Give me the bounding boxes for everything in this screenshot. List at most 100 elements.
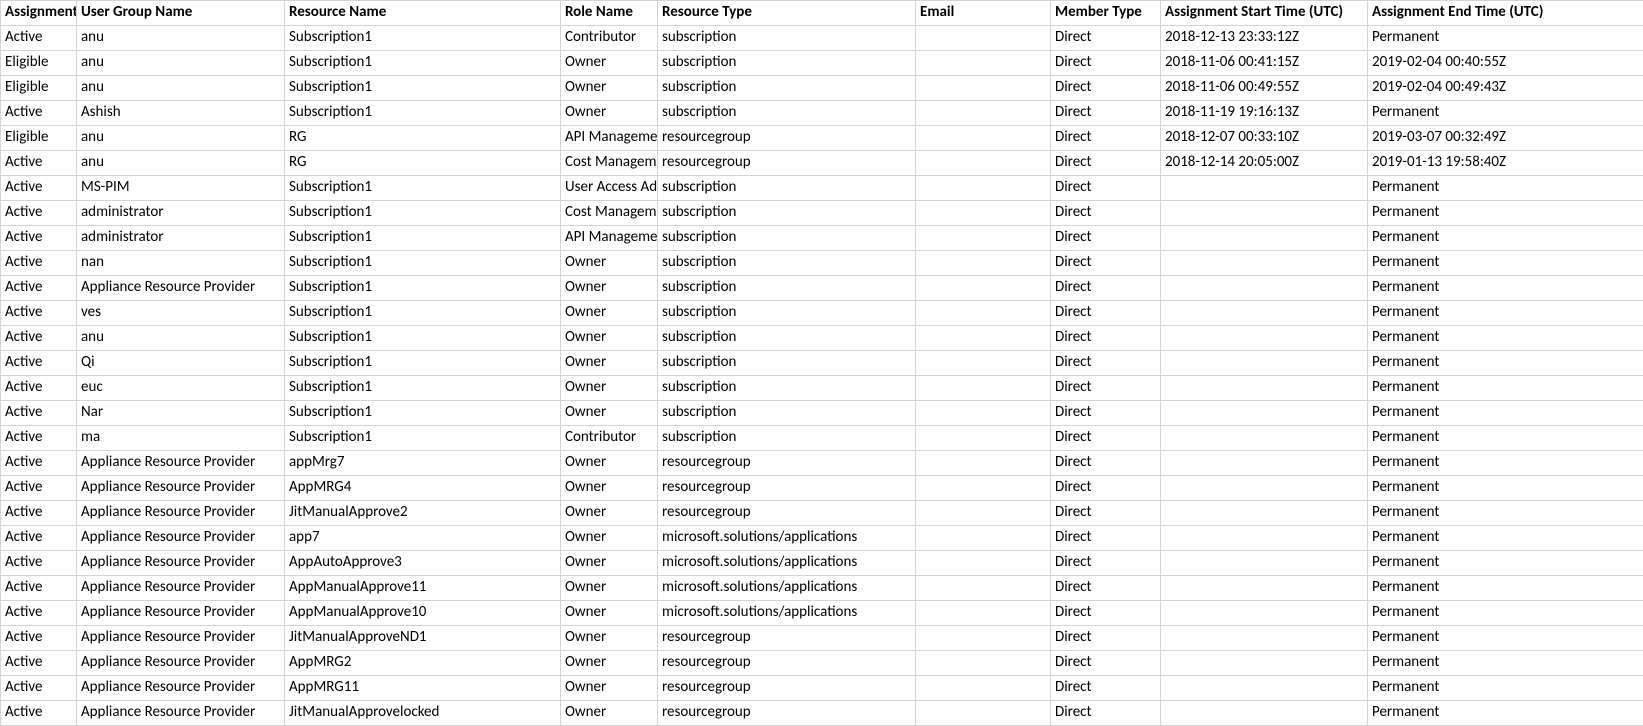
cell-assignment-state[interactable]: Active: [1, 526, 77, 551]
cell-start-time[interactable]: [1161, 376, 1368, 401]
cell-start-time[interactable]: [1161, 276, 1368, 301]
cell-user-group-name[interactable]: Appliance Resource Provider: [77, 701, 285, 726]
cell-assignment-state[interactable]: Active: [1, 301, 77, 326]
col-start-time[interactable]: Assignment Start Time (UTC): [1161, 1, 1368, 26]
table-row[interactable]: ActiveAppliance Resource ProviderJitManu…: [1, 501, 1643, 526]
cell-member-type[interactable]: Direct: [1051, 576, 1161, 601]
cell-start-time[interactable]: 2018-12-14 20:05:00Z: [1161, 151, 1368, 176]
cell-assignment-state[interactable]: Active: [1, 676, 77, 701]
cell-end-time[interactable]: Permanent: [1368, 401, 1643, 426]
cell-user-group-name[interactable]: anu: [77, 326, 285, 351]
cell-role-name[interactable]: Owner: [561, 551, 658, 576]
cell-member-type[interactable]: Direct: [1051, 51, 1161, 76]
cell-user-group-name[interactable]: Qi: [77, 351, 285, 376]
col-role-name[interactable]: Role Name: [561, 1, 658, 26]
cell-user-group-name[interactable]: ma: [77, 426, 285, 451]
cell-end-time[interactable]: Permanent: [1368, 576, 1643, 601]
cell-end-time[interactable]: Permanent: [1368, 26, 1643, 51]
cell-member-type[interactable]: Direct: [1051, 601, 1161, 626]
cell-resource-name[interactable]: AppMRG4: [285, 476, 561, 501]
cell-resource-name[interactable]: AppMRG11: [285, 676, 561, 701]
cell-resource-name[interactable]: Subscription1: [285, 251, 561, 276]
cell-start-time[interactable]: [1161, 476, 1368, 501]
cell-role-name[interactable]: Owner: [561, 451, 658, 476]
cell-start-time[interactable]: [1161, 576, 1368, 601]
cell-email[interactable]: [916, 476, 1051, 501]
cell-role-name[interactable]: Owner: [561, 101, 658, 126]
cell-member-type[interactable]: Direct: [1051, 101, 1161, 126]
table-row[interactable]: ActiveadministratorSubscription1Cost Man…: [1, 201, 1643, 226]
cell-resource-type[interactable]: resourcegroup: [658, 501, 916, 526]
cell-end-time[interactable]: Permanent: [1368, 301, 1643, 326]
cell-role-name[interactable]: Owner: [561, 676, 658, 701]
cell-user-group-name[interactable]: Appliance Resource Provider: [77, 551, 285, 576]
cell-member-type[interactable]: Direct: [1051, 251, 1161, 276]
cell-end-time[interactable]: Permanent: [1368, 526, 1643, 551]
table-row[interactable]: ActiveNarSubscription1OwnersubscriptionD…: [1, 401, 1643, 426]
cell-assignment-state[interactable]: Active: [1, 601, 77, 626]
cell-resource-type[interactable]: microsoft.solutions/applications: [658, 576, 916, 601]
cell-member-type[interactable]: Direct: [1051, 626, 1161, 651]
cell-resource-name[interactable]: AppManualApprove11: [285, 576, 561, 601]
cell-member-type[interactable]: Direct: [1051, 151, 1161, 176]
cell-resource-name[interactable]: Subscription1: [285, 401, 561, 426]
cell-resource-name[interactable]: app7: [285, 526, 561, 551]
cell-resource-name[interactable]: Subscription1: [285, 76, 561, 101]
table-row[interactable]: ActiveAppliance Resource ProviderAppAuto…: [1, 551, 1643, 576]
cell-assignment-state[interactable]: Active: [1, 101, 77, 126]
table-row[interactable]: ActiveanuSubscription1Contributorsubscri…: [1, 26, 1643, 51]
cell-assignment-state[interactable]: Active: [1, 701, 77, 726]
cell-role-name[interactable]: Contributor: [561, 426, 658, 451]
cell-member-type[interactable]: Direct: [1051, 326, 1161, 351]
cell-member-type[interactable]: Direct: [1051, 651, 1161, 676]
cell-end-time[interactable]: Permanent: [1368, 351, 1643, 376]
cell-start-time[interactable]: [1161, 551, 1368, 576]
cell-resource-name[interactable]: RG: [285, 151, 561, 176]
col-end-time[interactable]: Assignment End Time (UTC): [1368, 1, 1643, 26]
cell-role-name[interactable]: Owner: [561, 701, 658, 726]
cell-resource-name[interactable]: Subscription1: [285, 351, 561, 376]
cell-member-type[interactable]: Direct: [1051, 476, 1161, 501]
cell-resource-type[interactable]: subscription: [658, 376, 916, 401]
table-row[interactable]: ActiveAppliance Resource ProviderappMrg7…: [1, 451, 1643, 476]
cell-start-time[interactable]: [1161, 701, 1368, 726]
cell-role-name[interactable]: Owner: [561, 501, 658, 526]
col-resource-type[interactable]: Resource Type: [658, 1, 916, 26]
cell-start-time[interactable]: [1161, 526, 1368, 551]
cell-role-name[interactable]: Owner: [561, 526, 658, 551]
cell-resource-type[interactable]: resourcegroup: [658, 626, 916, 651]
cell-user-group-name[interactable]: Ashish: [77, 101, 285, 126]
cell-assignment-state[interactable]: Eligible: [1, 51, 77, 76]
cell-email[interactable]: [916, 101, 1051, 126]
cell-resource-name[interactable]: AppManualApprove10: [285, 601, 561, 626]
cell-resource-type[interactable]: subscription: [658, 326, 916, 351]
table-row[interactable]: ActiveQiSubscription1OwnersubscriptionDi…: [1, 351, 1643, 376]
cell-assignment-state[interactable]: Active: [1, 326, 77, 351]
cell-assignment-state[interactable]: Active: [1, 576, 77, 601]
cell-email[interactable]: [916, 51, 1051, 76]
cell-resource-type[interactable]: microsoft.solutions/applications: [658, 551, 916, 576]
cell-resource-type[interactable]: resourcegroup: [658, 676, 916, 701]
cell-email[interactable]: [916, 351, 1051, 376]
cell-end-time[interactable]: Permanent: [1368, 451, 1643, 476]
cell-role-name[interactable]: Owner: [561, 251, 658, 276]
cell-member-type[interactable]: Direct: [1051, 26, 1161, 51]
cell-user-group-name[interactable]: MS-PIM: [77, 176, 285, 201]
cell-member-type[interactable]: Direct: [1051, 226, 1161, 251]
cell-member-type[interactable]: Direct: [1051, 201, 1161, 226]
table-row[interactable]: ActiveAppliance Resource ProviderAppManu…: [1, 601, 1643, 626]
col-resource-name[interactable]: Resource Name: [285, 1, 561, 26]
cell-email[interactable]: [916, 76, 1051, 101]
cell-email[interactable]: [916, 26, 1051, 51]
cell-member-type[interactable]: Direct: [1051, 401, 1161, 426]
table-row[interactable]: ActiveAppliance Resource ProviderAppMRG2…: [1, 651, 1643, 676]
cell-end-time[interactable]: Permanent: [1368, 201, 1643, 226]
cell-resource-name[interactable]: JitManualApproveND1: [285, 626, 561, 651]
table-row[interactable]: ActiveAppliance Resource Providerapp7Own…: [1, 526, 1643, 551]
cell-end-time[interactable]: Permanent: [1368, 651, 1643, 676]
cell-end-time[interactable]: Permanent: [1368, 601, 1643, 626]
cell-resource-type[interactable]: subscription: [658, 76, 916, 101]
cell-start-time[interactable]: [1161, 651, 1368, 676]
table-row[interactable]: ActiveMS-PIMSubscription1User Access Adm…: [1, 176, 1643, 201]
cell-user-group-name[interactable]: Appliance Resource Provider: [77, 601, 285, 626]
